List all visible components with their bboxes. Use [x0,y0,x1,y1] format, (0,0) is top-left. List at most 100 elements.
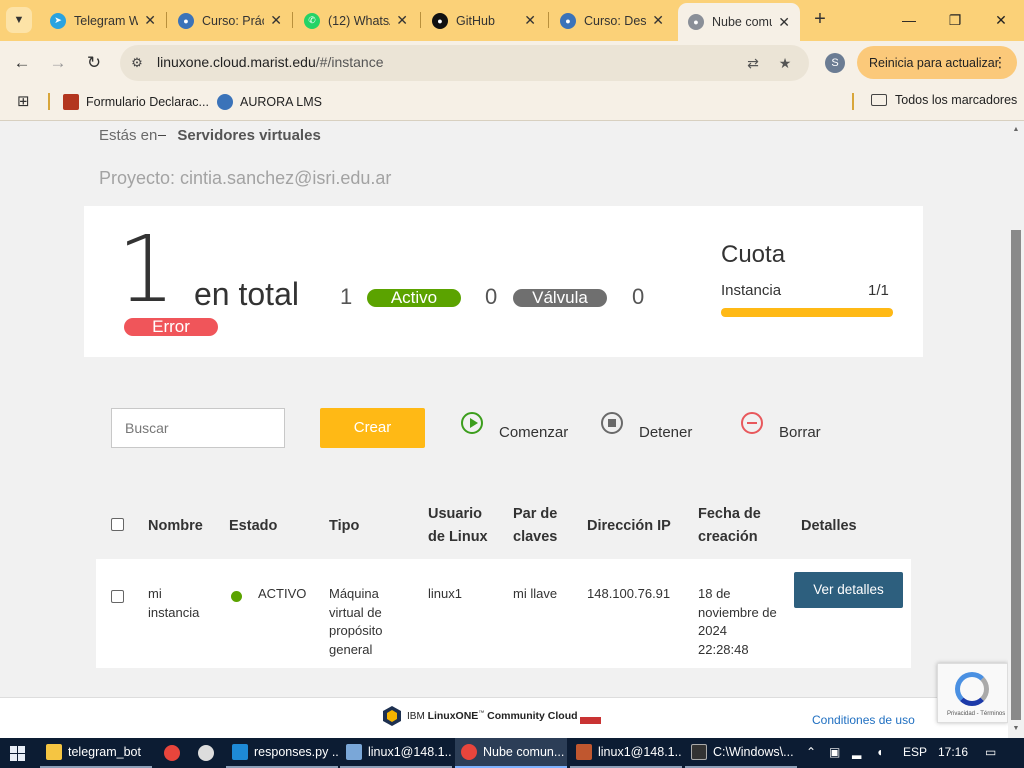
play-icon [461,412,483,434]
header-line: Par de [513,506,558,522]
instance-name[interactable]: mi instancia [148,585,199,622]
row-checkbox[interactable] [111,590,124,603]
cell-line: mi [148,586,162,601]
profile-avatar[interactable]: S [825,53,845,73]
tray-chevron-icon[interactable]: ⌃ [806,745,816,759]
globe-icon: ● [688,14,704,30]
terms-link[interactable]: Conditiones de uso [812,713,915,727]
delete-button[interactable]: Borrar [741,412,831,442]
reload-button[interactable]: ↻ [81,50,107,76]
header-line: creación [698,529,758,545]
taskbar-item-linux1-a[interactable]: linux1@148.1... [340,738,452,768]
tab-whatsapp[interactable]: ✆ (12) WhatsApp ✕ [294,4,418,37]
back-button[interactable]: ← [9,50,35,76]
tab-title: Curso: Práctica [202,13,264,28]
more-menu-icon[interactable]: ⋮ [993,54,1007,71]
tab-nube-comunitaria[interactable]: ● Nube comunitaria ✕ [678,3,800,41]
forward-button[interactable]: → [45,50,71,76]
column-header-details: Detalles [801,518,857,534]
chrome-icon [164,745,180,761]
vscode-icon [232,744,248,760]
url-text[interactable]: linuxone.cloud.marist.edu/#/instance [157,54,383,70]
footer-brand: IBM LinuxONE™ Community Cloud [407,710,578,722]
telegram-icon: ➤ [50,12,66,29]
close-icon[interactable]: ✕ [652,12,664,29]
start-button[interactable]: Comenzar [461,412,576,442]
bookmark-favicon-icon [63,94,79,110]
bookmark-aurora[interactable]: AURORA LMS [217,93,322,111]
close-icon[interactable]: ✕ [778,14,790,31]
tab-github[interactable]: ● GitHub ✕ [422,4,546,37]
taskbar-item-nube[interactable]: Nube comun... [455,738,567,768]
close-icon[interactable]: ✕ [270,12,282,29]
taskbar-chrome[interactable] [158,738,188,768]
network-icon[interactable]: ▂ [852,745,861,759]
all-bookmarks-label: Todos los marcadores [895,93,1018,107]
folder-icon [871,94,887,106]
recaptcha-badge[interactable]: Privacidad - Términos [937,663,1008,723]
column-header-ip[interactable]: Dirección IP [587,515,671,538]
meet-now-icon[interactable]: ▣ [829,745,840,759]
create-button[interactable]: Crear [320,408,425,448]
taskbar-item-telegram-bot[interactable]: telegram_bot [40,738,152,768]
windows-start-icon[interactable] [10,746,25,761]
tab-divider [292,12,293,28]
tab-curso-practica[interactable]: ● Curso: Práctica ✕ [168,4,292,37]
taskbar-label: responses.py ... [254,745,338,759]
site-settings-icon[interactable]: ⚙ [128,54,146,72]
update-button[interactable]: Reinicia para actualizar ⋮ [857,46,1017,79]
tab-title: Curso: Desarrollo [584,13,647,28]
bookmark-star-icon[interactable]: ★ [775,53,795,73]
instance-type: Máquina virtual de propósito general [329,585,382,659]
search-input[interactable] [111,408,285,448]
translate-icon[interactable]: ⇄ [743,53,763,73]
terminal-icon [346,744,362,760]
language-indicator[interactable]: ESP [903,745,927,759]
column-header-created[interactable]: Fecha de creación [698,503,761,549]
restore-button[interactable]: ❐ [932,6,978,34]
clock[interactable]: 17:16 [938,745,968,759]
paused-badge: Válvula [513,289,607,307]
column-header-name[interactable]: Nombre [148,515,203,538]
close-icon[interactable]: ✕ [144,12,156,29]
tab-search-button[interactable]: ▼ [6,7,32,33]
tab-telegram[interactable]: ➤ Telegram Web ✕ [40,4,166,37]
tab-divider [420,12,421,28]
taskbar-github[interactable] [192,738,222,768]
bookmark-label: AURORA LMS [240,95,322,109]
header-line: claves [513,529,558,545]
address-bar[interactable]: ⚙ linuxone.cloud.marist.edu/#/instance ⇄… [120,45,809,81]
column-header-linux-user[interactable]: Usuario de Linux [428,503,488,549]
close-icon[interactable]: ✕ [396,12,408,29]
scroll-down-icon[interactable]: ▼ [1011,725,1021,735]
tab-divider [548,12,549,28]
view-details-button[interactable]: Ver detalles [794,572,903,608]
total-label: en total [194,276,299,312]
column-header-type[interactable]: Tipo [329,515,359,538]
close-window-button[interactable]: ✕ [978,6,1024,34]
stop-button[interactable]: Detener [601,412,701,442]
tab-curso-desarrollo[interactable]: ● Curso: Desarrollo ✕ [550,4,674,37]
new-tab-button[interactable]: + [808,7,832,33]
select-all-checkbox[interactable] [111,518,124,531]
close-icon[interactable]: ✕ [524,12,536,29]
apps-grid-icon[interactable]: ⊞ [17,93,35,111]
notifications-icon[interactable]: ▭ [985,745,996,759]
column-header-keypair[interactable]: Par de claves [513,503,557,549]
page-scrollbar[interactable]: ▲ ▼ [1008,122,1024,738]
all-bookmarks-button[interactable]: Todos los marcadores [871,93,1017,107]
active-count: 1 [340,284,353,309]
bookmark-formulario[interactable]: Formulario Declarac... [63,93,209,111]
taskbar-item-vscode[interactable]: responses.py ... [226,738,338,768]
minimize-button[interactable]: — [886,6,932,34]
quota-value: 1/1 [868,282,889,299]
tab-title: Nube comunitaria [712,15,772,29]
taskbar-item-cmd[interactable]: C:\Windows\... [685,738,797,768]
volume-icon[interactable]: ◖ [876,745,883,759]
scrollbar-thumb[interactable] [1011,230,1021,720]
column-header-status[interactable]: Estado [229,515,277,538]
bookmark-divider [852,93,854,110]
scroll-up-icon[interactable]: ▲ [1011,126,1021,136]
total-count: 1 [117,216,176,323]
taskbar-item-linux1-b[interactable]: linux1@148.1... [570,738,682,768]
